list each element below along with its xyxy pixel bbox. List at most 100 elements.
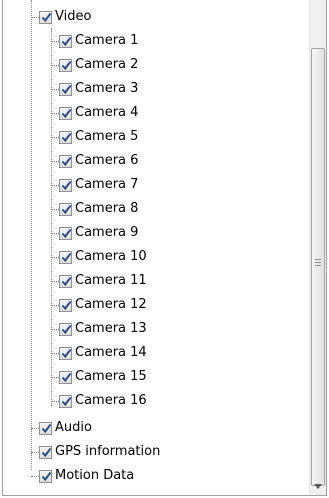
motion-checkbox[interactable]	[39, 469, 52, 483]
camera-checkbox[interactable]	[59, 58, 72, 72]
tree-connector	[31, 476, 39, 477]
tree-item-label: Camera 15	[75, 369, 147, 384]
check-icon	[61, 156, 72, 166]
tree-item-label: Camera 4	[75, 105, 139, 120]
check-icon	[41, 12, 52, 22]
tree-item-camera[interactable]: Camera 5	[59, 126, 138, 148]
check-icon	[61, 348, 72, 358]
tree-item-video[interactable]: Video	[39, 6, 91, 28]
scrollbar-thumb[interactable]	[311, 48, 325, 486]
tree-item-label: Camera 6	[75, 153, 139, 168]
scroll-down-button[interactable]	[310, 478, 326, 495]
tree-item-camera[interactable]: Camera 14	[59, 342, 147, 364]
tree-item-audio[interactable]: Audio	[39, 417, 92, 439]
tree-connector	[51, 185, 59, 186]
camera-checkbox[interactable]	[59, 370, 72, 384]
check-icon	[61, 60, 72, 70]
camera-checkbox[interactable]	[59, 346, 72, 360]
tree-item-camera[interactable]: Camera 9	[59, 222, 138, 244]
check-icon	[61, 300, 72, 310]
tree-item-label: Camera 9	[75, 225, 139, 240]
video-checkbox[interactable]	[39, 10, 52, 24]
tree-item-label: GPS information	[55, 444, 161, 459]
tree-connector	[51, 281, 59, 282]
check-icon	[61, 324, 72, 334]
gps-checkbox[interactable]	[39, 445, 52, 459]
check-icon	[61, 180, 72, 190]
check-icon	[61, 108, 72, 118]
check-icon	[61, 132, 72, 142]
check-icon	[61, 372, 72, 382]
tree-item-camera[interactable]: Camera 4	[59, 102, 138, 124]
audio-checkbox[interactable]	[39, 421, 52, 435]
tree-item-camera[interactable]: Camera 15	[59, 366, 147, 388]
tree-item-label: Camera 8	[75, 201, 139, 216]
tree-item-label: Camera 16	[75, 393, 147, 408]
camera-checkbox[interactable]	[59, 298, 72, 312]
tree-item-label: Camera 14	[75, 345, 147, 360]
scrollbar-grip	[315, 262, 321, 263]
tree-connector	[51, 353, 59, 354]
check-icon	[61, 228, 72, 238]
check-icon	[61, 276, 72, 286]
tree-item-camera[interactable]: Camera 2	[59, 54, 138, 76]
tree-item-camera[interactable]: Camera 7	[59, 174, 138, 196]
tree-item-camera[interactable]: Camera 3	[59, 78, 138, 100]
tree-item-label: Audio	[55, 420, 92, 435]
check-icon	[61, 36, 72, 46]
camera-checkbox[interactable]	[59, 178, 72, 192]
tree-connector	[51, 233, 59, 234]
vertical-scrollbar[interactable]	[309, 0, 326, 495]
check-icon	[41, 447, 52, 457]
tree-item-camera[interactable]: Camera 16	[59, 390, 147, 412]
tree-connector	[51, 41, 59, 42]
tree-item-label: Camera 13	[75, 321, 147, 336]
camera-checkbox[interactable]	[59, 130, 72, 144]
camera-checkbox[interactable]	[59, 34, 72, 48]
tree-item-camera[interactable]: Camera 11	[59, 270, 147, 292]
tree-item-camera[interactable]: Camera 13	[59, 318, 147, 340]
tree-item-camera[interactable]: Camera 10	[59, 246, 147, 268]
tree-view: Video Camera 1 Camera 2 Camera 3 Camera 4 Ca…	[3, 0, 310, 495]
tree-item-label: Camera 1	[75, 33, 139, 48]
tree-item-motion-data[interactable]: Motion Data	[39, 465, 134, 487]
tree-connector	[51, 113, 59, 114]
camera-checkbox[interactable]	[59, 394, 72, 408]
tree-connector	[31, 0, 32, 470]
camera-checkbox[interactable]	[59, 274, 72, 288]
camera-checkbox[interactable]	[59, 202, 72, 216]
camera-checkbox[interactable]	[59, 154, 72, 168]
tree-connector	[51, 28, 52, 406]
tree-view-panel: Video Camera 1 Camera 2 Camera 3 Camera 4 Ca…	[2, 0, 327, 496]
tree-item-label: Camera 5	[75, 129, 139, 144]
tree-item-camera[interactable]: Camera 6	[59, 150, 138, 172]
tree-connector	[51, 401, 59, 402]
tree-connector	[31, 428, 39, 429]
tree-item-label: Video	[55, 9, 92, 24]
tree-item-gps-information[interactable]: GPS information	[39, 441, 160, 463]
scrollbar-grip	[315, 259, 321, 260]
arrow-down-icon	[314, 484, 322, 489]
scrollbar-grip	[315, 265, 321, 266]
camera-checkbox[interactable]	[59, 250, 72, 264]
camera-checkbox[interactable]	[59, 106, 72, 120]
check-icon	[41, 423, 52, 433]
tree-connector	[51, 329, 59, 330]
tree-connector	[31, 452, 39, 453]
check-icon	[61, 204, 72, 214]
tree-item-label: Camera 3	[75, 81, 139, 96]
tree-item-camera[interactable]: Camera 8	[59, 198, 138, 220]
camera-checkbox[interactable]	[59, 82, 72, 96]
tree-connector	[51, 257, 59, 258]
tree-item-label: Camera 10	[75, 249, 147, 264]
tree-item-label: Camera 12	[75, 297, 147, 312]
tree-connector	[51, 377, 59, 378]
tree-connector	[51, 161, 59, 162]
tree-connector	[51, 89, 59, 90]
tree-item-camera[interactable]: Camera 1	[59, 30, 138, 52]
camera-checkbox[interactable]	[59, 322, 72, 336]
tree-item-camera[interactable]: Camera 12	[59, 294, 147, 316]
camera-checkbox[interactable]	[59, 226, 72, 240]
tree-item-label: Camera 11	[75, 273, 147, 288]
tree-item-label: Camera 7	[75, 177, 139, 192]
